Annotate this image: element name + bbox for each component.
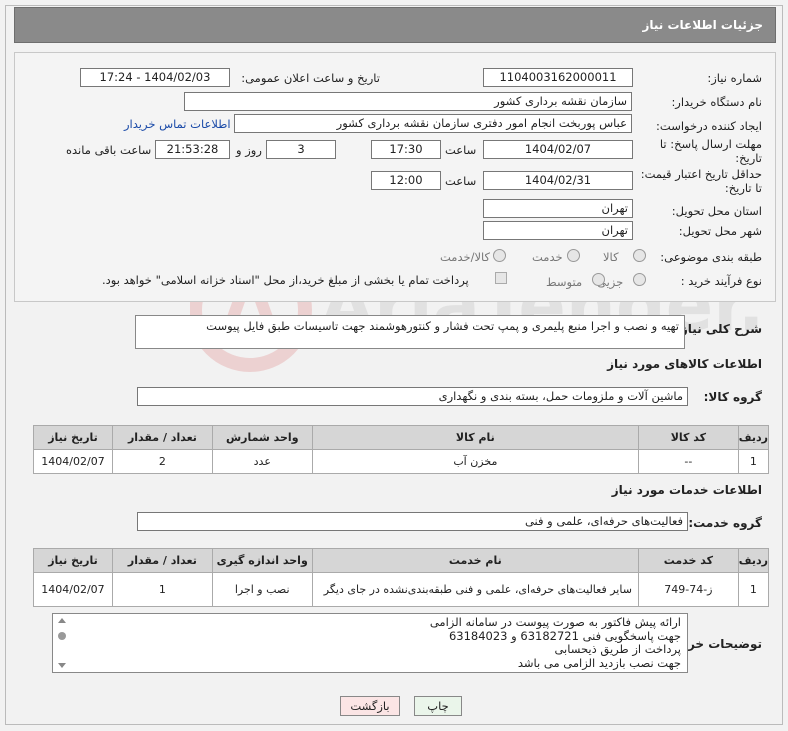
table-row: 1 -- مخزن آب عدد 2 1404/02/07 [32,449,770,474]
cell-unit: عدد [211,449,313,474]
days-label: روز و [236,143,262,157]
page-title: جزئیات اطلاعات نیاز [642,18,763,32]
buyer-notes-box: ارائه پیش فاکتور به صورت پیوست در سامانه… [52,613,688,673]
buyer-note-line: جهت پاسخگویی فنی 63182721 و 63184023 [448,628,681,643]
category-radio-goods-service[interactable] [493,249,506,262]
goods-group-label: گروه کالا: [703,390,762,404]
back-button[interactable]: بازگشت [340,696,400,716]
deadline-label: مهلت ارسال پاسخ: تا تاریخ: [659,137,762,165]
process-option-medium: متوسط [546,275,583,289]
cell-row: 1 [737,572,770,607]
announce-field: 1404/02/03 - 17:24 [80,68,230,87]
col-quantity: تعداد / مقدار [112,425,213,450]
validity-date-field: 1404/02/31 [483,171,633,190]
city-label: شهر محل تحویل: [678,224,762,238]
description-label: شرح کلی نیاز: [676,322,762,336]
col-goods-code: کد کالا [637,425,739,450]
creator-field: عباس پوربخت انجام امور دفتری سازمان نقشه… [234,114,632,133]
treasury-checkbox[interactable] [495,272,507,284]
cell-measure-unit: نصب و اجرا [211,572,313,607]
col-quantity: تعداد / مقدار [111,548,213,573]
col-row: ردیف [737,548,770,573]
buyer-org-field: سازمان نقشه برداری کشور [184,92,632,111]
cell-need-date: 1404/02/07 [33,572,113,607]
col-service-code: کد خدمت [637,548,739,573]
deadline-time-label: ساعت [445,143,477,157]
validity-time-field: 12:00 [371,171,441,190]
category-radio-goods[interactable] [633,249,646,262]
col-goods-name: نام کالا [311,425,639,450]
services-table-header: ردیف کد خدمت نام خدمت واحد اندازه گیری ت… [33,548,770,573]
buyer-contact-link[interactable]: اطلاعات تماس خریدار [124,117,231,131]
col-unit: واحد شمارش [211,425,313,450]
deadline-date-field: 1404/02/07 [483,140,633,159]
process-label: نوع فرآیند خرید : [680,274,762,288]
goods-section-title: اطلاعات کالاهای مورد نیاز [607,357,762,371]
col-need-date: تاریخ نیاز [32,425,114,450]
col-measure-unit: واحد اندازه گیری [211,548,313,573]
col-service-name: نام خدمت [311,548,639,573]
deadline-time-field: 17:30 [371,140,441,159]
page-header: جزئیات اطلاعات نیاز [14,7,776,43]
services-group-label: گروه خدمت: [688,516,762,530]
process-radio-minor[interactable] [633,273,646,286]
cell-service-code: ز-74-749 [637,572,739,607]
buyer-note-line: جهت نصب بازدید الزامی می باشد [517,655,681,670]
city-field: تهران [483,221,633,240]
process-radio-medium[interactable] [592,273,605,286]
print-button[interactable]: چاپ [414,696,462,716]
announce-label: تاریخ و ساعت اعلان عمومی: [241,71,380,85]
buyer-note-line: ارائه پیش فاکتور به صورت پیوست در سامانه… [429,615,681,629]
goods-table: ردیف کد کالا نام کالا واحد شمارش تعداد /… [32,425,770,474]
services-table: ردیف کد خدمت نام خدمت واحد اندازه گیری ت… [33,548,770,607]
remaining-label: ساعت باقی مانده [66,143,152,157]
goods-table-header: ردیف کد کالا نام کالا واحد شمارش تعداد /… [32,425,770,450]
need-number-label: شماره نیاز: [707,71,762,85]
category-option-goods-service: کالا/خدمت [440,250,491,264]
creator-label: ایجاد کننده درخواست: [656,119,762,133]
cell-quantity: 1 [111,572,213,607]
remaining-time-field: 21:53:28 [155,140,230,159]
col-row: ردیف [737,425,770,450]
days-field: 3 [266,140,336,159]
description-text: تهیه و نصب و اجرا منبع پلیمری و پمپ تحت … [135,315,685,349]
province-field: تهران [483,199,633,218]
category-option-goods: کالا [603,250,619,264]
cell-service-name: سایر فعالیت‌های حرفه‌ای، علمی و فنی طبقه… [311,572,639,607]
services-group-field: فعالیت‌های حرفه‌ای، علمی و فنی [137,512,688,531]
buyer-org-label: نام دستگاه خریدار: [671,95,762,109]
cell-row: 1 [737,449,770,474]
goods-group-field: ماشین آلات و ملزومات حمل، بسته بندی و نگ… [137,387,688,406]
validity-label: حداقل تاریخ اعتبار قیمت: تا تاریخ: [640,167,762,195]
services-section-title: اطلاعات خدمات مورد نیاز [611,483,762,497]
scrollbar-arrows-icon [58,618,66,668]
category-radio-service[interactable] [567,249,580,262]
category-option-service: خدمت [532,250,563,264]
buyer-note-line: پرداخت از طریق ذیحسابی [554,642,681,656]
need-number-field: 1104003162000011 [483,68,633,87]
table-row: 1 ز-74-749 سایر فعالیت‌های حرفه‌ای، علمی… [33,572,770,607]
col-need-date: تاریخ نیاز [33,548,113,573]
cell-goods-name: مخزن آب [311,449,639,474]
payment-note: پرداخت تمام یا بخشی از مبلغ خرید،از محل … [102,273,469,287]
province-label: استان محل تحویل: [671,204,762,218]
cell-goods-code: -- [637,449,739,474]
notes-scrollbar[interactable] [56,617,68,669]
cell-quantity: 2 [112,449,213,474]
cell-need-date: 1404/02/07 [32,449,114,474]
category-label: طبقه بندی موضوعی: [660,250,762,264]
validity-time-label: ساعت [445,174,477,188]
